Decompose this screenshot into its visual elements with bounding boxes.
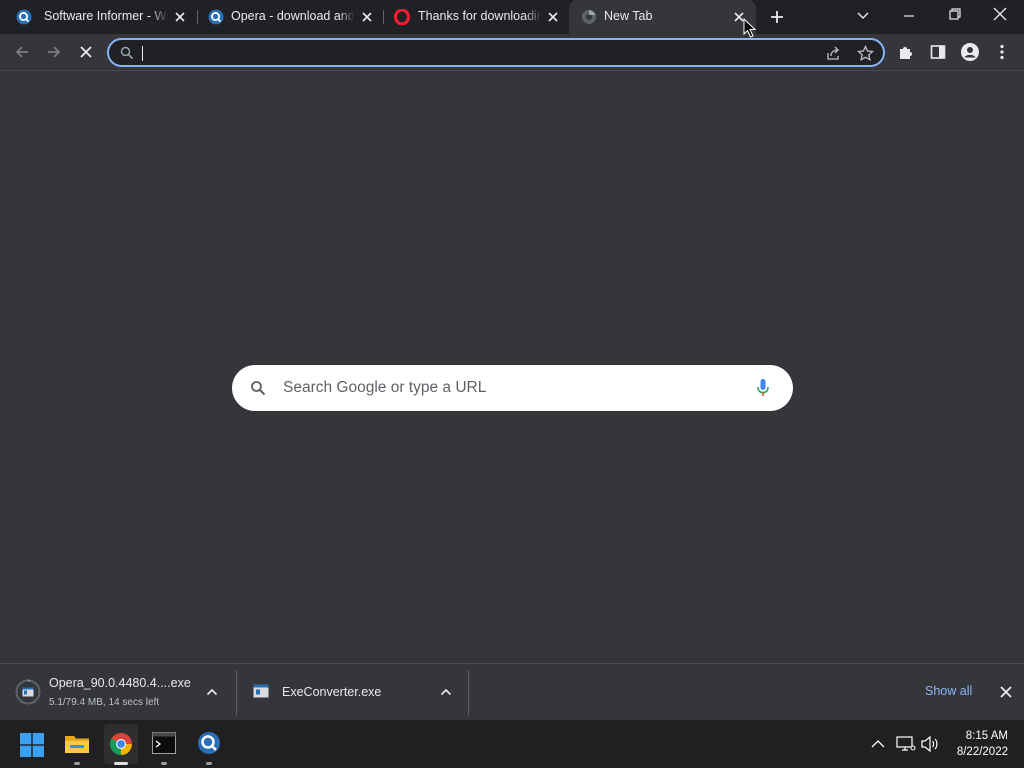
download-item-opera[interactable]: Opera_90.0.4480.4....exe 5.1/79.4 MB, 14… xyxy=(0,664,236,720)
download-filename: Opera_90.0.4480.4....exe xyxy=(49,676,191,690)
windows-start-icon[interactable] xyxy=(20,733,44,757)
tab-title: Opera - download and xyxy=(231,9,353,23)
ntp-search-placeholder: Search Google or type a URL xyxy=(283,379,487,396)
file-explorer-icon[interactable] xyxy=(64,732,90,756)
new-tab-icon[interactable] xyxy=(768,8,786,26)
volume-icon[interactable] xyxy=(920,735,940,753)
microphone-icon[interactable] xyxy=(755,378,771,398)
restore-icon[interactable] xyxy=(947,6,963,22)
software-informer-icon[interactable] xyxy=(197,731,221,755)
download-item-execonverter[interactable]: ExeConverter.exe xyxy=(237,664,468,720)
download-filename: ExeConverter.exe xyxy=(282,685,382,699)
opera-icon xyxy=(394,9,410,25)
browser-toolbar xyxy=(0,34,1024,71)
text-caret xyxy=(142,46,143,61)
tab-strip: Software Informer - Wi Opera - download … xyxy=(0,0,1024,34)
download-status: 5.1/79.4 MB, 14 secs left xyxy=(49,697,160,708)
forward-icon[interactable] xyxy=(45,43,63,61)
close-icon[interactable] xyxy=(999,685,1013,699)
close-tab-icon[interactable] xyxy=(359,9,375,25)
software-informer-icon xyxy=(208,9,224,25)
running-indicator xyxy=(206,762,212,765)
ntp-search-box[interactable]: Search Google or type a URL xyxy=(232,365,793,411)
running-indicator xyxy=(161,762,167,765)
profile-icon[interactable] xyxy=(960,42,980,62)
running-indicator xyxy=(74,762,80,765)
close-tab-icon[interactable] xyxy=(172,9,188,25)
tab-title: Software Informer - Wi xyxy=(44,9,166,23)
tab-title: Thanks for downloadin xyxy=(418,9,540,23)
chevron-up-icon[interactable] xyxy=(205,685,219,699)
chevron-down-icon[interactable] xyxy=(855,8,871,24)
network-icon[interactable] xyxy=(896,736,916,752)
side-panel-icon[interactable] xyxy=(929,43,947,61)
tab-opera-thanks[interactable]: Thanks for downloadin xyxy=(384,0,569,34)
search-icon xyxy=(251,381,266,396)
windows-taskbar: 8:15 AM 8/22/2022 xyxy=(0,720,1024,768)
exe-file-icon xyxy=(253,684,269,698)
chevron-up-icon[interactable] xyxy=(439,685,453,699)
back-icon[interactable] xyxy=(13,43,31,61)
close-tab-icon[interactable] xyxy=(545,9,561,25)
stop-loading-icon[interactable] xyxy=(77,43,95,61)
terminal-icon[interactable] xyxy=(152,732,176,754)
taskbar-date[interactable]: 8/22/2022 xyxy=(957,746,1008,758)
tab-opera-download[interactable]: Opera - download and xyxy=(198,0,383,34)
download-progress-icon xyxy=(15,679,41,705)
menu-kebab-icon[interactable] xyxy=(994,43,1010,61)
extensions-icon[interactable] xyxy=(897,43,915,61)
address-bar[interactable] xyxy=(107,38,885,67)
software-informer-icon xyxy=(16,9,32,25)
close-window-icon[interactable] xyxy=(992,6,1008,22)
taskbar-time[interactable]: 8:15 AM xyxy=(966,730,1008,742)
minimize-icon[interactable] xyxy=(901,8,917,24)
tab-new-tab[interactable]: New Tab xyxy=(569,0,756,34)
share-icon[interactable] xyxy=(825,45,842,62)
address-input[interactable] xyxy=(141,43,781,62)
tab-software-informer[interactable]: Software Informer - Wi xyxy=(0,0,197,34)
chrome-newtab-icon xyxy=(582,10,596,24)
mouse-cursor-icon xyxy=(743,18,757,38)
bookmark-star-icon[interactable] xyxy=(857,45,874,62)
tray-chevron-up-icon[interactable] xyxy=(870,738,886,750)
download-shelf: Opera_90.0.4480.4....exe 5.1/79.4 MB, 14… xyxy=(0,663,1024,720)
active-indicator xyxy=(114,762,128,765)
chrome-icon xyxy=(110,733,132,755)
show-all-downloads-link[interactable]: Show all xyxy=(925,684,972,698)
tab-title: New Tab xyxy=(604,9,653,23)
search-icon xyxy=(120,46,134,60)
